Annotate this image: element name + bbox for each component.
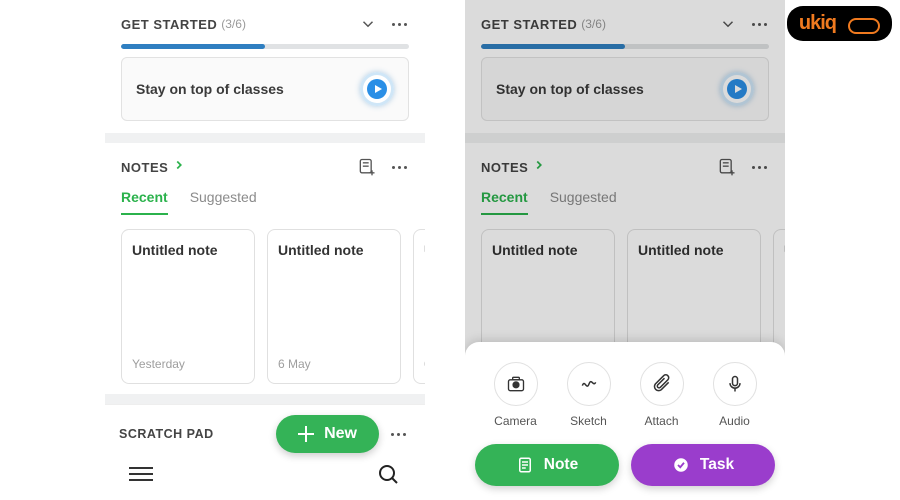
tool-label: Sketch — [570, 414, 607, 428]
tab-suggested[interactable]: Suggested — [190, 189, 257, 215]
phone-right: GET STARTED (3/6) Stay on top of classes… — [465, 0, 785, 500]
more-icon[interactable] — [385, 424, 411, 444]
more-icon — [749, 157, 769, 177]
note-title: Untitled note — [278, 242, 390, 258]
chevron-down-icon — [719, 15, 737, 33]
new-button-label: New — [324, 425, 357, 443]
chevron-right-icon[interactable] — [172, 158, 186, 177]
new-item-sheet: Camera Sketch Attach — [465, 342, 785, 500]
scratch-pad-label: SCRATCH PAD — [119, 427, 214, 441]
bottom-nav — [105, 455, 425, 493]
logo-decoration-icon — [840, 15, 880, 33]
tip-text: Stay on top of classes — [136, 81, 360, 97]
attach-icon — [640, 362, 684, 406]
tab-suggested: Suggested — [550, 189, 617, 215]
hamburger-icon[interactable] — [129, 463, 153, 487]
watermark-logo: ukiq — [787, 6, 892, 41]
more-icon — [749, 14, 769, 34]
tab-recent: Recent — [481, 189, 528, 215]
play-icon — [720, 72, 754, 106]
notes-tabs: Recent Suggested — [105, 183, 425, 215]
note-add-icon[interactable] — [357, 157, 377, 177]
notes-title[interactable]: NOTES — [121, 160, 168, 175]
get-started-count: (3/6) — [221, 17, 246, 31]
get-started-title: GET STARTED — [121, 17, 217, 32]
more-icon[interactable] — [389, 157, 409, 177]
get-started-count: (3/6) — [581, 17, 606, 31]
more-icon[interactable] — [389, 14, 409, 34]
play-icon[interactable] — [360, 72, 394, 106]
note-date: 6 — [424, 357, 425, 371]
logo-text: ukiq — [799, 12, 836, 35]
notes-header: NOTES — [105, 143, 425, 183]
camera-icon — [494, 362, 538, 406]
note-add-icon — [717, 157, 737, 177]
tool-attach[interactable]: Attach — [630, 362, 694, 428]
new-button[interactable]: New — [276, 415, 379, 453]
note-card[interactable]: Untitled note Yesterday — [121, 229, 255, 384]
onboarding-progress — [121, 44, 409, 49]
phone-left: GET STARTED (3/6) Stay on top of classes… — [105, 0, 425, 500]
search-icon[interactable] — [377, 463, 401, 487]
sketch-icon — [567, 362, 611, 406]
notes-card-row: Untitled note Yesterday Untitled note 6 … — [105, 215, 425, 394]
tab-recent[interactable]: Recent — [121, 189, 168, 215]
note-title: Untitled note — [132, 242, 244, 258]
note-title: U — [424, 242, 425, 258]
get-started-header: GET STARTED (3/6) — [105, 0, 425, 40]
note-date: Yesterday — [132, 357, 244, 371]
note-date: 6 May — [278, 357, 390, 371]
plus-icon — [298, 426, 314, 442]
compose-task-button[interactable]: Task — [631, 444, 775, 486]
compose-task-label: Task — [700, 456, 734, 474]
audio-icon — [713, 362, 757, 406]
tool-label: Camera — [494, 414, 537, 428]
chevron-right-icon — [532, 158, 546, 177]
onboarding-tip-card: Stay on top of classes — [481, 57, 769, 121]
note-card[interactable]: Untitled note 6 May — [267, 229, 401, 384]
chevron-down-icon[interactable] — [359, 15, 377, 33]
tool-label: Attach — [644, 414, 678, 428]
tool-camera[interactable]: Camera — [484, 362, 548, 428]
tool-label: Audio — [719, 414, 750, 428]
compose-note-button[interactable]: Note — [475, 444, 619, 486]
compose-note-label: Note — [544, 456, 578, 474]
scratch-pad-row: SCRATCH PAD New — [105, 404, 425, 455]
tool-audio[interactable]: Audio — [703, 362, 767, 428]
note-icon — [516, 456, 534, 474]
note-card[interactable]: U 6 — [413, 229, 425, 384]
onboarding-tip-card[interactable]: Stay on top of classes — [121, 57, 409, 121]
tool-sketch[interactable]: Sketch — [557, 362, 621, 428]
get-started-title: GET STARTED — [481, 17, 577, 32]
check-circle-icon — [672, 456, 690, 474]
